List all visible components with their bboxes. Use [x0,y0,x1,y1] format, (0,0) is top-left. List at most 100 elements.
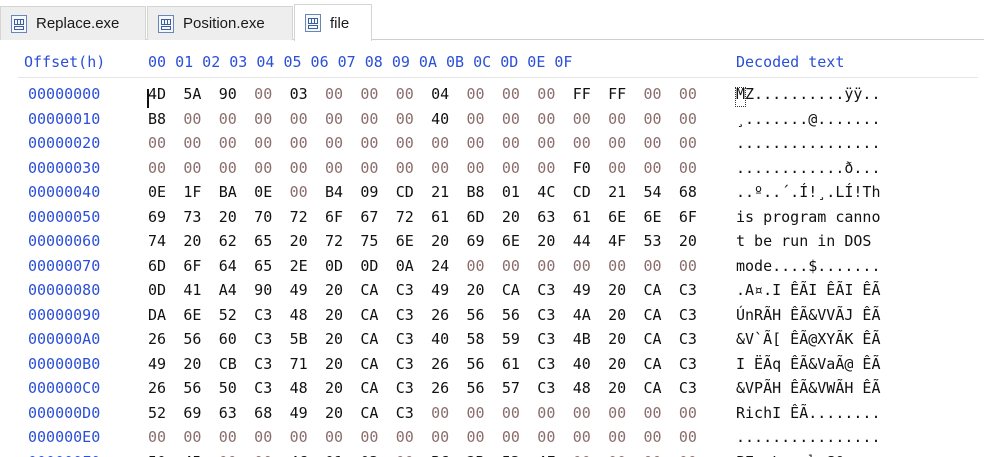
hex-byte[interactable]: 56 [183,330,218,348]
row-decoded-text[interactable]: PE..L...¼+SO.... [736,453,881,457]
hex-row[interactable]: 000000F0504500004C010300BC2B534F00000000… [0,451,984,457]
hex-byte[interactable]: 00 [608,159,643,177]
hex-byte[interactable]: 48 [290,306,325,324]
hex-byte[interactable]: 00 [396,159,431,177]
hex-byte[interactable]: 20 [325,404,360,422]
hex-byte[interactable]: 00 [467,404,502,422]
row-decoded-text[interactable]: RichI ÊÃ........ [736,404,881,422]
hex-byte[interactable]: 65 [254,232,289,250]
hex-byte[interactable]: 50 [219,379,254,397]
hex-byte[interactable]: C3 [254,330,289,348]
hex-byte[interactable]: 59 [502,330,537,348]
tab-file[interactable]: file [294,4,372,41]
hex-byte[interactable]: 64 [219,257,254,275]
hex-byte[interactable]: CB [219,355,254,373]
hex-byte[interactable]: 4C [290,453,325,457]
row-decoded-text[interactable]: is program canno [736,208,881,226]
row-decoded-text[interactable]: mode....$....... [736,257,881,275]
hex-byte[interactable]: 00 [537,159,572,177]
hex-byte[interactable]: 00 [325,428,360,446]
hex-byte[interactable]: 56 [467,355,502,373]
hex-byte[interactable]: 00 [679,428,714,446]
hex-byte[interactable]: 09 [360,183,395,201]
hex-row[interactable]: 00000010 B8 00 00 00 00 00 00 00 40 00 00 00 00 00 00 00… [0,108,984,133]
row-decoded-text[interactable]: ..º..´.Í!¸.LÍ!Th [736,183,881,201]
hex-row[interactable]: 00000080 0D 41 A4 90 49 20 CA C3 49 20 CA C3 49 20 CA C3… [0,279,984,304]
hex-byte[interactable]: 21 [608,183,643,201]
row-decoded-text[interactable]: MZ..........ÿÿ.. [736,85,881,103]
hex-byte[interactable]: 5B [290,330,325,348]
hex-byte[interactable]: 03 [360,453,395,457]
hex-byte[interactable]: 74 [148,232,183,250]
hex-byte[interactable]: 62 [219,232,254,250]
hex-byte[interactable]: 00 [290,159,325,177]
hex-byte[interactable]: BC [431,453,466,457]
hex-byte[interactable]: 00 [573,453,608,457]
hex-byte[interactable]: 00 [467,85,502,103]
hex-byte[interactable]: 00 [537,110,572,128]
hex-byte[interactable]: 00 [573,257,608,275]
hex-byte[interactable]: 6F [183,257,218,275]
hex-byte[interactable]: 48 [290,379,325,397]
hex-byte[interactable]: 71 [290,355,325,373]
hex-row[interactable]: 000000D0 52 69 63 68 49 20 CA C3 00 00 00 00 00 00 00 00… [0,402,984,427]
tab-position-exe[interactable]: Position.exe [147,6,293,40]
hex-byte[interactable]: 0A [396,257,431,275]
hex-byte[interactable]: 00 [148,159,183,177]
hex-byte[interactable]: 00 [537,85,572,103]
hex-byte[interactable]: C3 [537,281,572,299]
hex-byte[interactable]: 00 [360,110,395,128]
hex-byte[interactable]: 4D [148,85,183,103]
hex-byte[interactable]: 00 [219,159,254,177]
hex-byte[interactable]: B8 [467,183,502,201]
hex-byte[interactable]: CA [643,281,678,299]
hex-byte[interactable]: 0E [148,183,183,201]
hex-byte[interactable]: 69 [148,208,183,226]
hex-byte[interactable]: C3 [537,379,572,397]
hex-byte[interactable]: 00 [679,453,714,457]
hex-byte[interactable]: 6E [183,306,218,324]
hex-byte[interactable]: C3 [396,404,431,422]
hex-byte[interactable]: 00 [573,110,608,128]
hex-byte[interactable]: 20 [608,306,643,324]
hex-byte[interactable]: 60 [219,330,254,348]
hex-byte[interactable]: C3 [537,306,572,324]
hex-byte[interactable]: 24 [431,257,466,275]
row-decoded-text[interactable]: I ËÃq ÊÃ&VaÃ@ ÊÃ [736,355,881,373]
hex-byte[interactable]: 20 [467,281,502,299]
hex-byte[interactable]: 00 [219,428,254,446]
hex-byte[interactable]: 4C [537,183,572,201]
hex-byte[interactable]: 56 [183,379,218,397]
hex-byte[interactable]: 00 [290,428,325,446]
hex-byte[interactable]: 00 [643,159,678,177]
hex-byte[interactable]: 00 [467,134,502,152]
hex-byte[interactable]: 65 [254,257,289,275]
hex-byte[interactable]: 00 [467,257,502,275]
hex-byte[interactable]: 00 [608,453,643,457]
hex-byte[interactable]: 20 [325,355,360,373]
hex-byte[interactable]: 20 [183,232,218,250]
hex-byte[interactable]: 00 [537,404,572,422]
hex-byte[interactable]: 20 [502,208,537,226]
hex-byte[interactable]: 73 [183,208,218,226]
hex-byte[interactable]: 00 [431,404,466,422]
hex-row[interactable]: 00000090 DA 6E 52 C3 48 20 CA C3 26 56 56 C3 4A 20 CA C3… [0,304,984,329]
hex-byte[interactable]: 69 [467,232,502,250]
hex-byte[interactable]: 68 [254,404,289,422]
hex-byte[interactable]: 00 [254,85,289,103]
hex-byte[interactable]: 00 [502,110,537,128]
hex-byte[interactable]: 6E [643,208,678,226]
hex-byte[interactable]: 00 [254,134,289,152]
hex-byte[interactable]: C3 [396,330,431,348]
hex-byte[interactable]: 26 [431,306,466,324]
hex-byte[interactable]: 00 [183,428,218,446]
hex-byte[interactable]: 00 [254,110,289,128]
hex-byte[interactable]: 6F [679,208,714,226]
hex-byte[interactable]: 4F [537,453,572,457]
hex-byte[interactable]: C3 [679,306,714,324]
hex-byte[interactable]: CA [643,330,678,348]
hex-byte[interactable]: 00 [360,428,395,446]
row-decoded-text[interactable]: ............ð... [736,159,881,177]
hex-byte[interactable]: 61 [431,208,466,226]
hex-byte[interactable]: 6D [467,208,502,226]
